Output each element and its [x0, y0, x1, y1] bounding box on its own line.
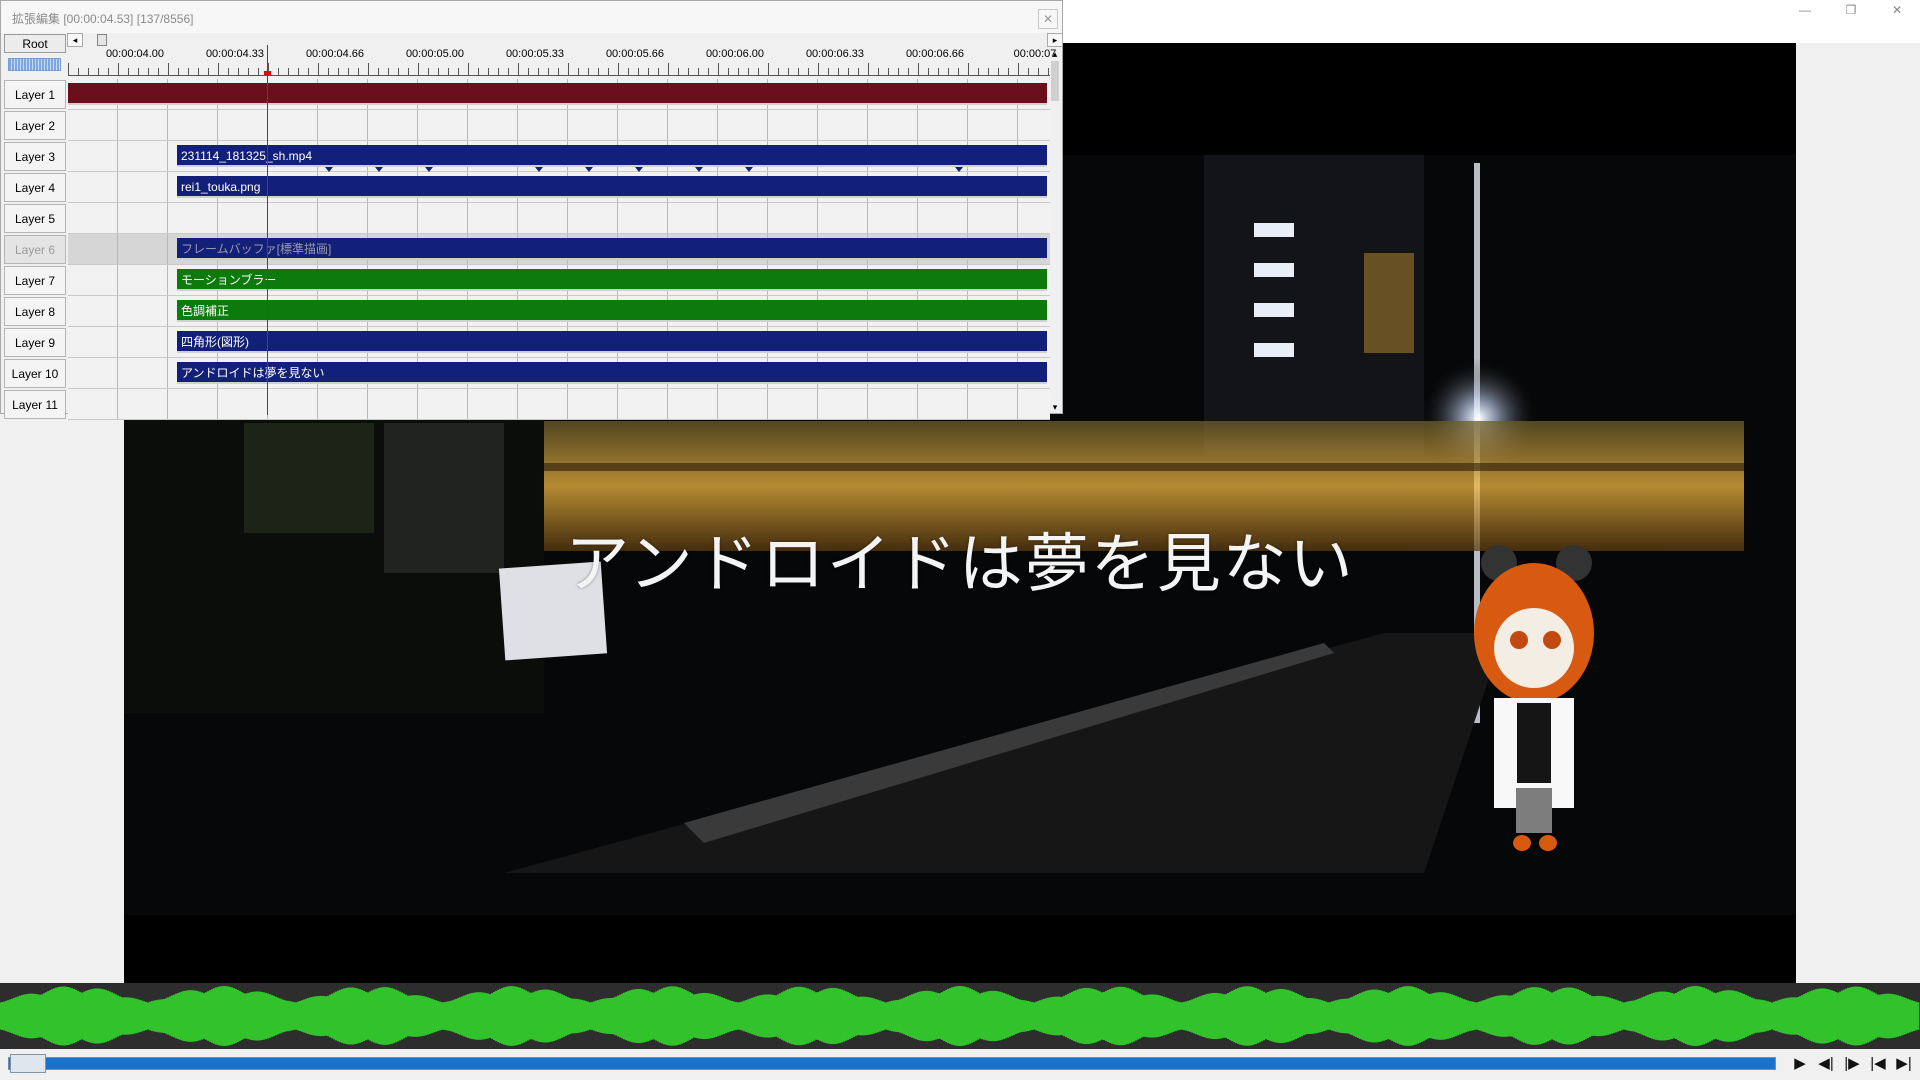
zoom-scale-slider[interactable] [8, 58, 61, 71]
transport-controls: ▶ ◀| |▶ |◀ ▶| [1788, 1052, 1916, 1074]
waveform-graphic [0, 986, 1919, 1046]
seek-thumb[interactable] [10, 1054, 46, 1073]
restore-button[interactable]: ❐ [1828, 0, 1874, 20]
timeline-clip[interactable]: 四角形(図形) [177, 331, 1047, 353]
layer-track[interactable]: 四角形(図形) [68, 327, 1050, 358]
playhead-line[interactable] [267, 45, 268, 415]
layer-header-button[interactable]: Layer 3 [4, 142, 66, 171]
layer-header-button[interactable]: Layer 11 [4, 390, 66, 419]
timeline-clip[interactable]: モーションブラー [177, 269, 1047, 291]
extended-edit-title: 拡張編集 [00:00:04.53] [137/8556] [12, 12, 194, 26]
play-icon[interactable]: ▶ [1788, 1052, 1812, 1074]
layer-header-button[interactable]: Layer 1 [4, 80, 66, 109]
audio-waveform [0, 983, 1920, 1049]
layer-track[interactable]: 色調補正 [68, 296, 1050, 327]
timeline-clip[interactable]: 色調補正 [177, 300, 1047, 322]
ruler-tick-label: 00:00:05.66 [605, 48, 665, 60]
seek-track[interactable] [8, 1057, 1776, 1070]
layer-header-button[interactable]: Layer 4 [4, 173, 66, 202]
layer-track[interactable]: フレームバッファ[標準描画] [68, 234, 1050, 265]
next-frame-icon[interactable]: |▶ [1840, 1052, 1864, 1074]
layer-header-button[interactable]: Layer 10 [4, 359, 66, 388]
prev-frame-icon[interactable]: ◀| [1814, 1052, 1838, 1074]
root-button[interactable]: Root [4, 34, 66, 53]
ruler-tick-label: 00:00:04.66 [305, 48, 365, 60]
ruler-tick-label: 00:00:06.33 [805, 48, 865, 60]
layer-row: Layer 11 [1, 389, 1063, 420]
layer-header-button[interactable]: Layer 8 [4, 297, 66, 326]
layer-row: Layer 4 rei1_touka.png [1, 172, 1063, 203]
layer-track[interactable]: 231114_181325_sh.mp4 [68, 141, 1050, 172]
layer-track[interactable] [68, 110, 1050, 141]
layer-row: Layer 1 [1, 79, 1063, 110]
layer-header-button[interactable]: Layer 5 [4, 204, 66, 233]
layer-header-button[interactable]: Layer 6 [4, 235, 66, 264]
ruler-tick-label: 00:00:05.00 [405, 48, 465, 60]
time-ruler[interactable]: 00:00:04.00 00:00:04.33 00:00:04.66 00:00:0… [68, 45, 1056, 76]
seek-bar-area: ▶ ◀| |▶ |◀ ▶| [0, 1049, 1920, 1080]
ruler-tick-label: 00:00:06.00 [705, 48, 765, 60]
layer-row: Layer 3 231114_181325_sh.mp4 [1, 141, 1063, 172]
close-icon[interactable]: ✕ [1038, 9, 1058, 29]
layer-row: Layer 5 [1, 203, 1063, 234]
extended-edit-window: 拡張編集 [00:00:04.53] [137/8556] ✕ Root ◂ ▸… [0, 0, 1063, 420]
layer-track[interactable] [68, 79, 1050, 110]
layer-track[interactable] [68, 203, 1050, 234]
layer-track[interactable]: モーションブラー [68, 265, 1050, 296]
close-button[interactable]: ✕ [1874, 0, 1920, 20]
to-end-icon[interactable]: ▶| [1892, 1052, 1916, 1074]
layer-header-button[interactable]: Layer 7 [4, 266, 66, 295]
timeline-clip[interactable]: フレームバッファ[標準描画] [177, 238, 1047, 260]
timeline-clip[interactable]: rei1_touka.png [177, 176, 1047, 198]
layer-row: Layer 6 フレームバッファ[標準描画] [1, 234, 1063, 265]
minimize-button[interactable]: — [1782, 0, 1828, 20]
layer-row: Layer 7 モーションブラー [1, 265, 1063, 296]
ruler-tick-label: 00:00:04.33 [205, 48, 265, 60]
layer-track[interactable]: アンドロイドは夢を見ない [68, 358, 1050, 389]
layer-header-button[interactable]: Layer 2 [4, 111, 66, 140]
extended-edit-titlebar: 拡張編集 [00:00:04.53] [137/8556] ✕ [1, 1, 1062, 33]
ruler-tick-label: 00:00:05.33 [505, 48, 565, 60]
to-start-icon[interactable]: |◀ [1866, 1052, 1890, 1074]
ruler-tick-label: 00:00:06.66 [905, 48, 965, 60]
layer-row: Layer 8 色調補正 [1, 296, 1063, 327]
layer-row: Layer 2 [1, 110, 1063, 141]
layer-track[interactable]: rei1_touka.png [68, 172, 1050, 203]
layer-row: Layer 10 アンドロイドは夢を見ない [1, 358, 1063, 389]
window-controls: — ❐ ✕ [1782, 0, 1920, 20]
timeline-clip[interactable]: 231114_181325_sh.mp4 [177, 145, 1047, 167]
layer-header-button[interactable]: Layer 9 [4, 328, 66, 357]
layer-track[interactable] [68, 389, 1050, 420]
overlay-subtitle-text: アンドロイドは夢を見ない [565, 528, 1355, 602]
ruler-tick-label: 00:00:04.00 [105, 48, 165, 60]
timeline-clip[interactable] [68, 83, 1047, 105]
ruler-tick-label: 00:00:07 [1013, 48, 1057, 60]
layer-row: Layer 9 四角形(図形) [1, 327, 1063, 358]
timeline-clip[interactable]: アンドロイドは夢を見ない [177, 362, 1047, 384]
